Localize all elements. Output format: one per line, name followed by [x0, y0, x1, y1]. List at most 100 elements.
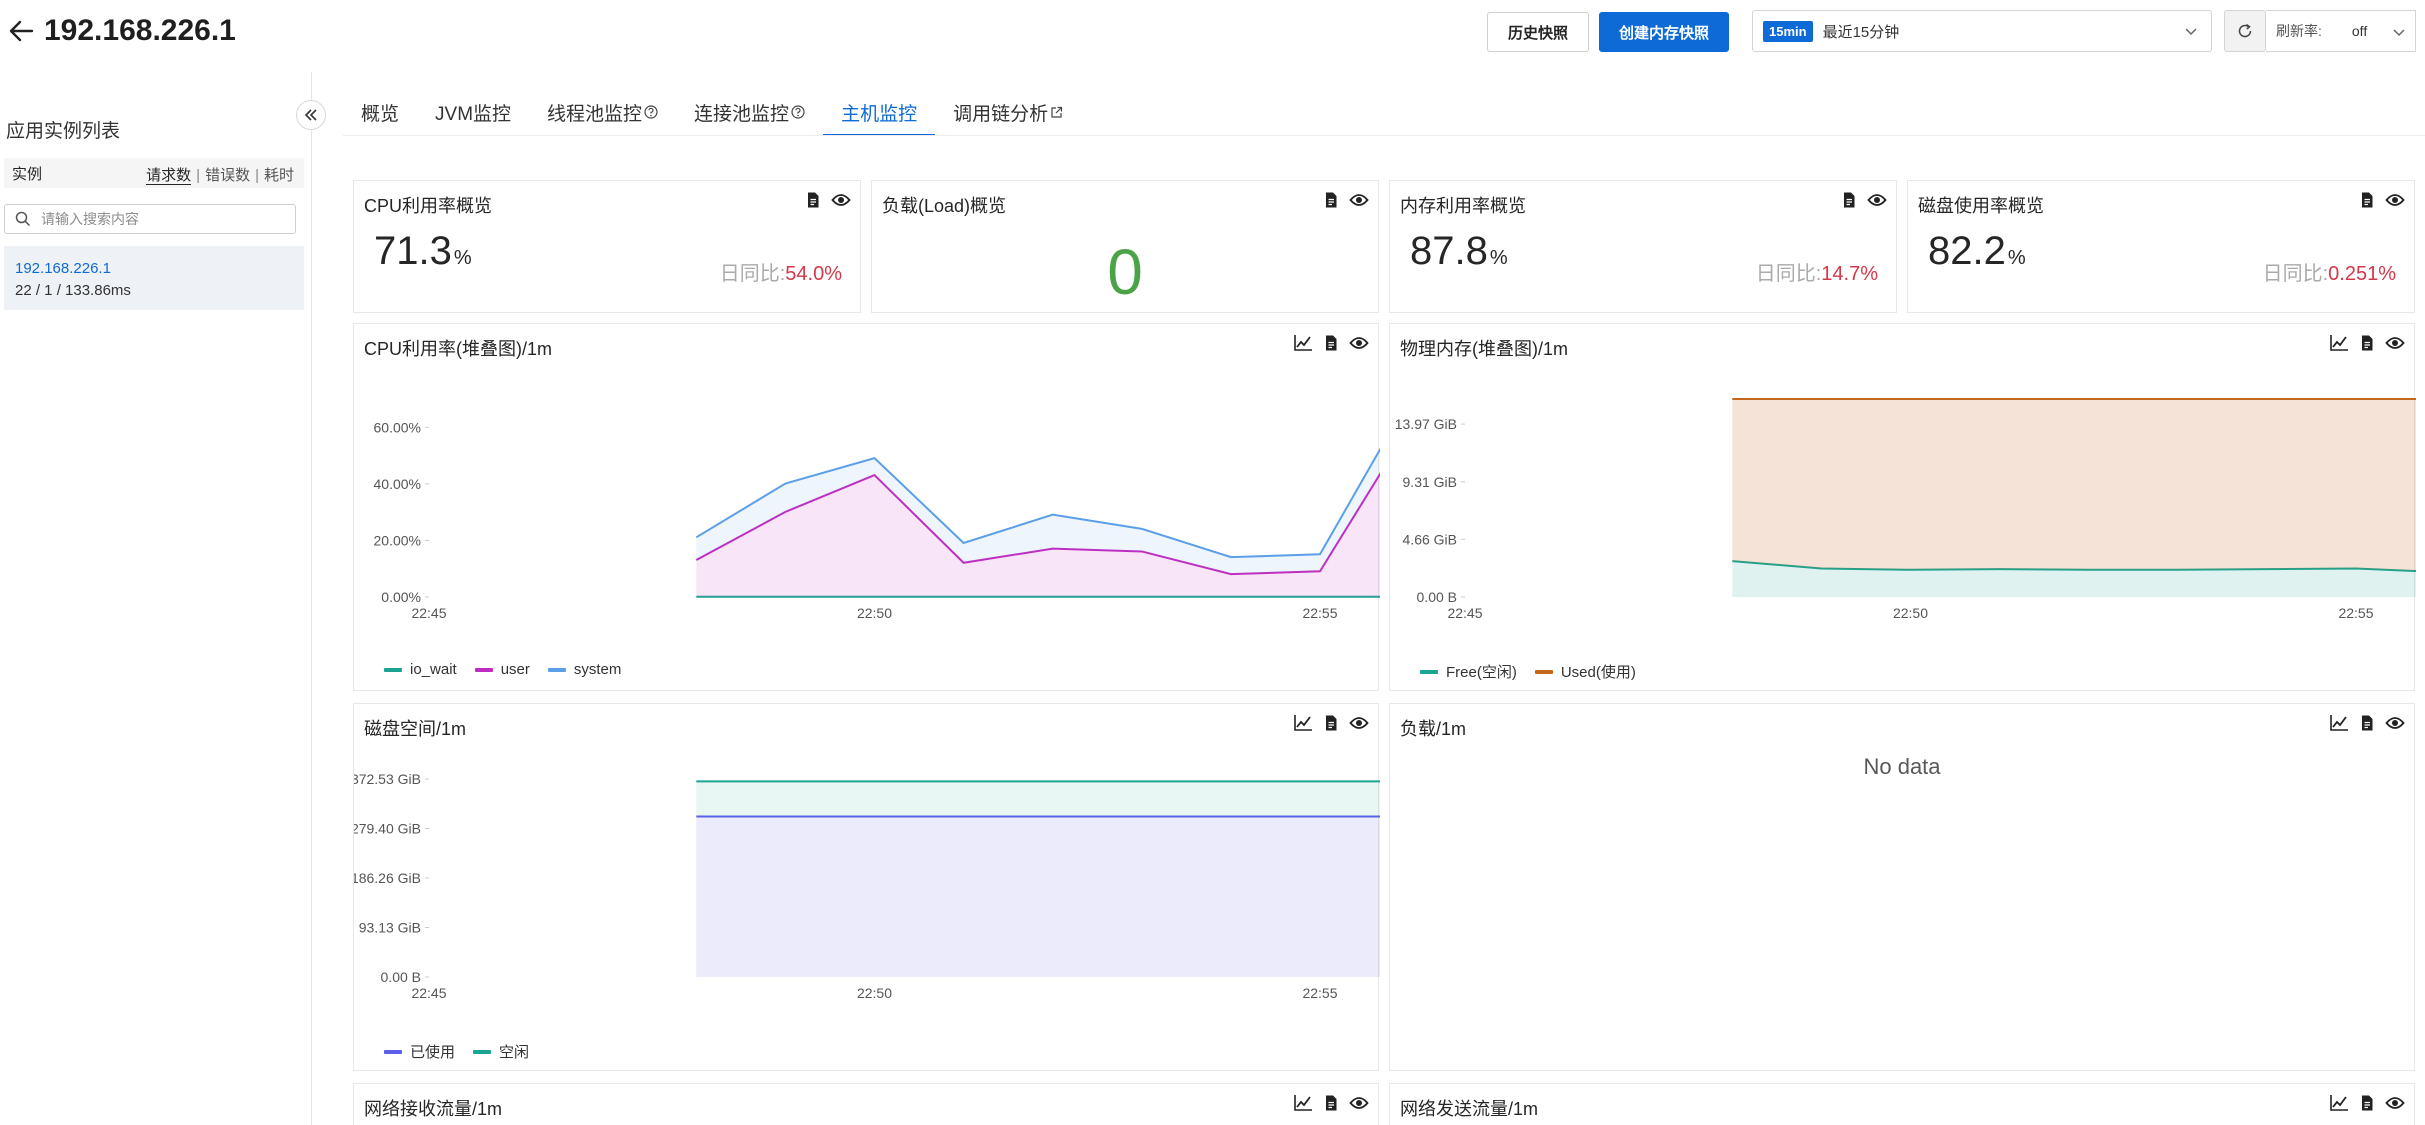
sort-by-latency[interactable]: 耗时	[264, 167, 294, 184]
eye-icon[interactable]	[1348, 1092, 1370, 1114]
area-已使用	[696, 816, 1380, 977]
sort-options: 请求数 | 错误数 | 耗时	[146, 167, 294, 185]
document-icon[interactable]	[2356, 189, 2378, 211]
eye-icon[interactable]	[1348, 332, 1370, 354]
chart-title: 物理内存(堆叠图)/1m	[1400, 339, 1568, 359]
memory-overview-card: 内存利用率概览 87.8% 日同比:14.7%	[1389, 180, 1897, 313]
tab-overview[interactable]: 概览	[343, 88, 417, 136]
eye-icon[interactable]	[1348, 189, 1370, 211]
legend-item-used[interactable]: Used(使用)	[1534, 661, 1636, 682]
area-Used(使用)	[1732, 399, 2416, 572]
tab-host-monitor[interactable]: 主机监控	[823, 88, 936, 136]
cpu-usage-chart: 0.00% 20.00% 40.00% 60.00% 22:45 22:50 22:55	[374, 419, 1380, 621]
document-icon[interactable]	[1320, 189, 1342, 211]
y-tick-label: 13.97 GiB	[1395, 416, 1457, 432]
chart-title: 网络发送流量/1m	[1400, 1099, 1539, 1119]
tab-trace-analysis[interactable]: 调用链分析	[935, 88, 1081, 136]
tab-jvm[interactable]: JVM监控	[417, 88, 529, 136]
refresh-rate-value: off	[2351, 23, 2368, 39]
chart-title: 负载/1m	[1400, 719, 1467, 739]
document-icon[interactable]	[802, 189, 824, 211]
refresh-button[interactable]	[2224, 10, 2266, 52]
document-icon[interactable]	[1838, 189, 1860, 211]
y-tick-label: 40.00%	[374, 476, 421, 492]
document-icon[interactable]	[1320, 712, 1342, 734]
line-chart-icon[interactable]	[2328, 1092, 2350, 1114]
document-icon[interactable]	[1320, 1092, 1342, 1114]
cpu-overview-card: CPU利用率概览 71.3% 日同比:54.0%	[353, 180, 861, 313]
page-header: 192.168.226.1 历史快照 创建内存快照 15min 最近15分钟 刷…	[0, 0, 2425, 64]
search-icon	[15, 211, 31, 227]
disk-space-chart-panel: 磁盘空间/1m 0.00 B 93.13 GiB 186.26 GiB 279.40 …	[353, 703, 1380, 1071]
card-title: 内存利用率概览	[1400, 196, 1526, 216]
eye-icon[interactable]	[1348, 712, 1370, 734]
instance-ip: 192.168.226.1	[15, 260, 111, 277]
memory-day-ratio: 日同比:14.7%	[1755, 263, 1878, 285]
eye-icon[interactable]	[2384, 712, 2406, 734]
legend-item-user[interactable]: user	[474, 661, 530, 678]
chart-actions	[2328, 712, 2406, 734]
document-icon[interactable]	[1320, 332, 1342, 354]
card-actions	[1320, 189, 1370, 211]
y-tick-label: 93.13 GiB	[359, 920, 421, 936]
line-chart-icon[interactable]	[1292, 1092, 1314, 1114]
x-tick-label: 22:45	[1447, 605, 1482, 621]
disk-usage-value: 82.2%	[1928, 229, 2026, 273]
document-icon[interactable]	[2356, 712, 2378, 734]
tab-connection-pool[interactable]: 连接池监控	[676, 88, 823, 136]
instance-stats: 22 / 1 / 133.86ms	[15, 282, 131, 299]
instance-list-header: 实例 请求数 | 错误数 | 耗时	[4, 158, 304, 188]
no-data-message: No data	[1863, 754, 1941, 779]
eye-icon[interactable]	[1866, 189, 1888, 211]
legend-item-disk-used[interactable]: 已使用	[384, 1041, 455, 1062]
y-tick-label: 0.00 B	[1417, 589, 1457, 605]
document-icon[interactable]	[2356, 1092, 2378, 1114]
physical-memory-chart-panel: 物理内存(堆叠图)/1m 0.00 B 4.66 GiB 9.31 GiB 13.97…	[1389, 323, 2416, 691]
legend-item-io-wait[interactable]: io_wait	[384, 661, 457, 678]
disk-overview-card: 磁盘使用率概览 82.2% 日同比:0.251%	[1907, 180, 2415, 313]
line-chart-icon[interactable]	[2328, 712, 2350, 734]
line-chart-icon[interactable]	[2328, 332, 2350, 354]
tab-thread-pool[interactable]: 线程池监控	[529, 88, 676, 136]
legend-item-disk-free[interactable]: 空闲	[473, 1041, 529, 1062]
help-icon	[644, 105, 658, 119]
external-link-icon	[1051, 106, 1063, 118]
y-tick-label: 20.00%	[374, 532, 421, 548]
y-tick-label: 186.26 GiB	[354, 870, 421, 886]
back-arrow-icon[interactable]	[6, 16, 36, 46]
time-range-select[interactable]: 15min 最近15分钟	[1752, 10, 2212, 52]
x-tick-label: 22:50	[857, 605, 892, 621]
eye-icon[interactable]	[2384, 189, 2406, 211]
area-空闲	[696, 781, 1380, 817]
instance-list-item[interactable]: 192.168.226.1 22 / 1 / 133.86ms	[4, 246, 304, 310]
create-memory-snapshot-button[interactable]: 创建内存快照	[1599, 12, 1729, 52]
y-tick-label: 60.00%	[374, 419, 421, 435]
legend-item-system[interactable]: system	[547, 661, 621, 678]
refresh-rate-select[interactable]: 刷新率: off	[2266, 10, 2416, 52]
instance-search-input[interactable]	[41, 211, 281, 227]
chart-legend: Free(空闲) Used(使用)	[1420, 661, 1636, 682]
history-snapshot-button[interactable]: 历史快照	[1487, 12, 1589, 52]
collapse-sidebar-button[interactable]	[296, 100, 326, 130]
line-chart-icon[interactable]	[1292, 712, 1314, 734]
double-chevron-left-icon	[304, 109, 317, 121]
eye-icon[interactable]	[2384, 332, 2406, 354]
document-icon[interactable]	[2356, 332, 2378, 354]
chart-actions	[1292, 1092, 1370, 1114]
card-title: 负载(Load)概览	[882, 196, 1007, 216]
load-overview-card: 负载(Load)概览 0	[871, 180, 1379, 313]
refresh-icon	[2238, 23, 2252, 38]
time-range-badge: 15min	[1763, 20, 1813, 42]
time-range-label: 最近15分钟	[1822, 23, 1900, 41]
cpu-day-ratio: 日同比:54.0%	[719, 263, 842, 285]
eye-icon[interactable]	[830, 189, 852, 211]
sort-by-errors[interactable]: 错误数	[205, 167, 250, 184]
load-chart-panel: 负载/1m No data	[1389, 703, 2415, 1071]
line-chart-icon[interactable]	[1292, 332, 1314, 354]
sort-by-requests[interactable]: 请求数	[146, 167, 192, 185]
tab-label: 调用链分析	[953, 103, 1049, 125]
y-tick-label: 4.66 GiB	[1403, 531, 1457, 547]
eye-icon[interactable]	[2384, 1092, 2406, 1114]
x-tick-label: 22:50	[857, 985, 892, 1001]
legend-item-free[interactable]: Free(空闲)	[1420, 661, 1517, 682]
